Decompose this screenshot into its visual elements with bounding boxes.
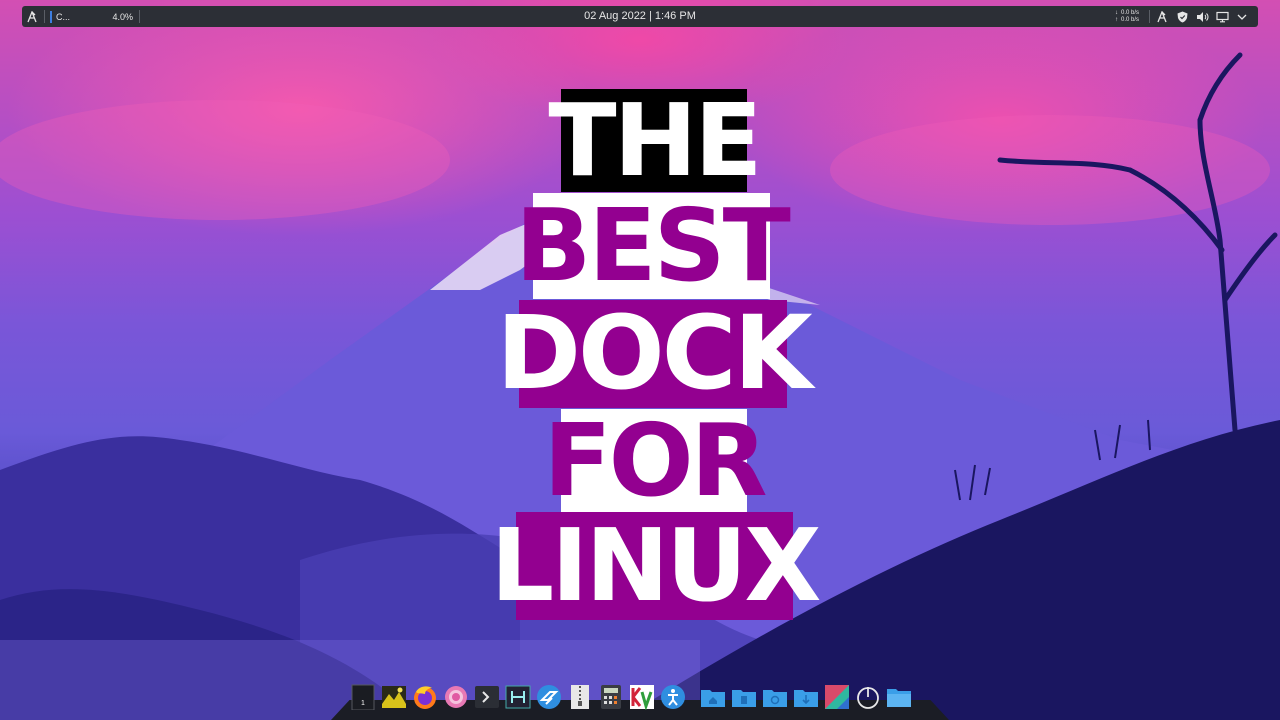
- panel-separator: [1149, 10, 1150, 23]
- display-icon: [1215, 11, 1229, 22]
- workspace-number: 1: [361, 700, 365, 707]
- shield-icon: [1177, 11, 1187, 22]
- dock-kvantum-manager[interactable]: [629, 684, 655, 710]
- chevron-down-icon: [1237, 14, 1247, 20]
- clock[interactable]: 02 Aug 2022 | 1:46 PM: [22, 10, 1258, 22]
- tray-volume-button[interactable]: [1192, 6, 1212, 27]
- dock-documents-folder[interactable]: [731, 684, 757, 710]
- dock-music-folder[interactable]: [762, 684, 788, 710]
- network-speed[interactable]: ↓ 0.0 b/s ↑ 0.0 b/s: [1115, 10, 1139, 24]
- top-panel: C... 4.0% 02 Aug 2022 | 1:46 PM ↓ 0.0 b/…: [22, 6, 1258, 27]
- title-line-linux: LINUX: [490, 507, 821, 624]
- taskbar-item[interactable]: C...: [47, 10, 85, 23]
- archive-manager-icon: [571, 685, 589, 709]
- terminal-icon: [475, 686, 499, 708]
- upload-speed: 0.0 b/s: [1120, 16, 1139, 23]
- dock-home-folder[interactable]: [700, 684, 726, 710]
- dock-system-monitor[interactable]: [505, 684, 531, 710]
- dock-separator: [691, 684, 695, 710]
- title-line-the: THE: [548, 81, 763, 199]
- download-speed: 0.0 b/s: [1120, 9, 1139, 16]
- kvantum-manager-icon: [630, 685, 654, 710]
- file-manager-icon: [887, 689, 911, 707]
- dock-terminal[interactable]: [474, 684, 500, 710]
- upload-arrow-icon: ↑: [1114, 16, 1118, 23]
- accessibility-icon: [661, 685, 685, 709]
- firefox-icon: [414, 686, 436, 709]
- kde-settings-icon: [825, 685, 849, 709]
- dock-firefox[interactable]: [412, 684, 438, 710]
- music-folder-icon: [763, 690, 787, 707]
- workspace-switcher[interactable]: 1: [350, 684, 376, 710]
- app-launcher-button[interactable]: [22, 6, 42, 27]
- home-folder-icon: [701, 690, 725, 707]
- dock-archive-manager[interactable]: [567, 684, 593, 710]
- pink-app-icon: [445, 686, 467, 708]
- tray-display-button[interactable]: [1212, 6, 1232, 27]
- title-line-dock: DOCK: [496, 294, 813, 413]
- dock: 1: [350, 678, 912, 710]
- tray-expand-button[interactable]: [1232, 6, 1252, 27]
- volume-icon: [1196, 11, 1208, 22]
- app-menu-icon: [1157, 10, 1167, 22]
- tray-app-menu-button[interactable]: [1152, 6, 1172, 27]
- dock-power[interactable]: [855, 684, 881, 710]
- taskbar-item-label: C...: [56, 11, 71, 22]
- system-monitor-icon: [505, 685, 531, 709]
- power-icon: [857, 687, 879, 709]
- dock-calculator[interactable]: [598, 684, 624, 710]
- title-line-best: BEST: [515, 187, 791, 304]
- tray-security-button[interactable]: [1172, 6, 1192, 27]
- downloads-folder-icon: [794, 690, 818, 707]
- cpu-usage[interactable]: 4.0%: [85, 12, 137, 22]
- documents-folder-icon: [732, 690, 756, 707]
- dock-downloads-folder[interactable]: [793, 684, 819, 710]
- active-task-indicator: [50, 10, 52, 23]
- image-viewer-icon: [382, 686, 406, 708]
- dock-accessibility[interactable]: [660, 684, 686, 710]
- panel-separator: [44, 10, 45, 23]
- panel-separator: [139, 10, 140, 23]
- app-menu-icon: [27, 10, 37, 22]
- calculator-icon: [601, 685, 621, 709]
- dock-kde-connect[interactable]: [536, 684, 562, 710]
- kde-connect-icon: [537, 685, 561, 709]
- dock-kde-settings[interactable]: [824, 684, 850, 710]
- download-arrow-icon: ↓: [1114, 9, 1118, 16]
- dock-file-manager[interactable]: [886, 684, 912, 710]
- dock-pink-app[interactable]: [443, 684, 469, 710]
- dock-image-viewer[interactable]: [381, 684, 407, 710]
- title-line-for: FOR: [543, 401, 768, 519]
